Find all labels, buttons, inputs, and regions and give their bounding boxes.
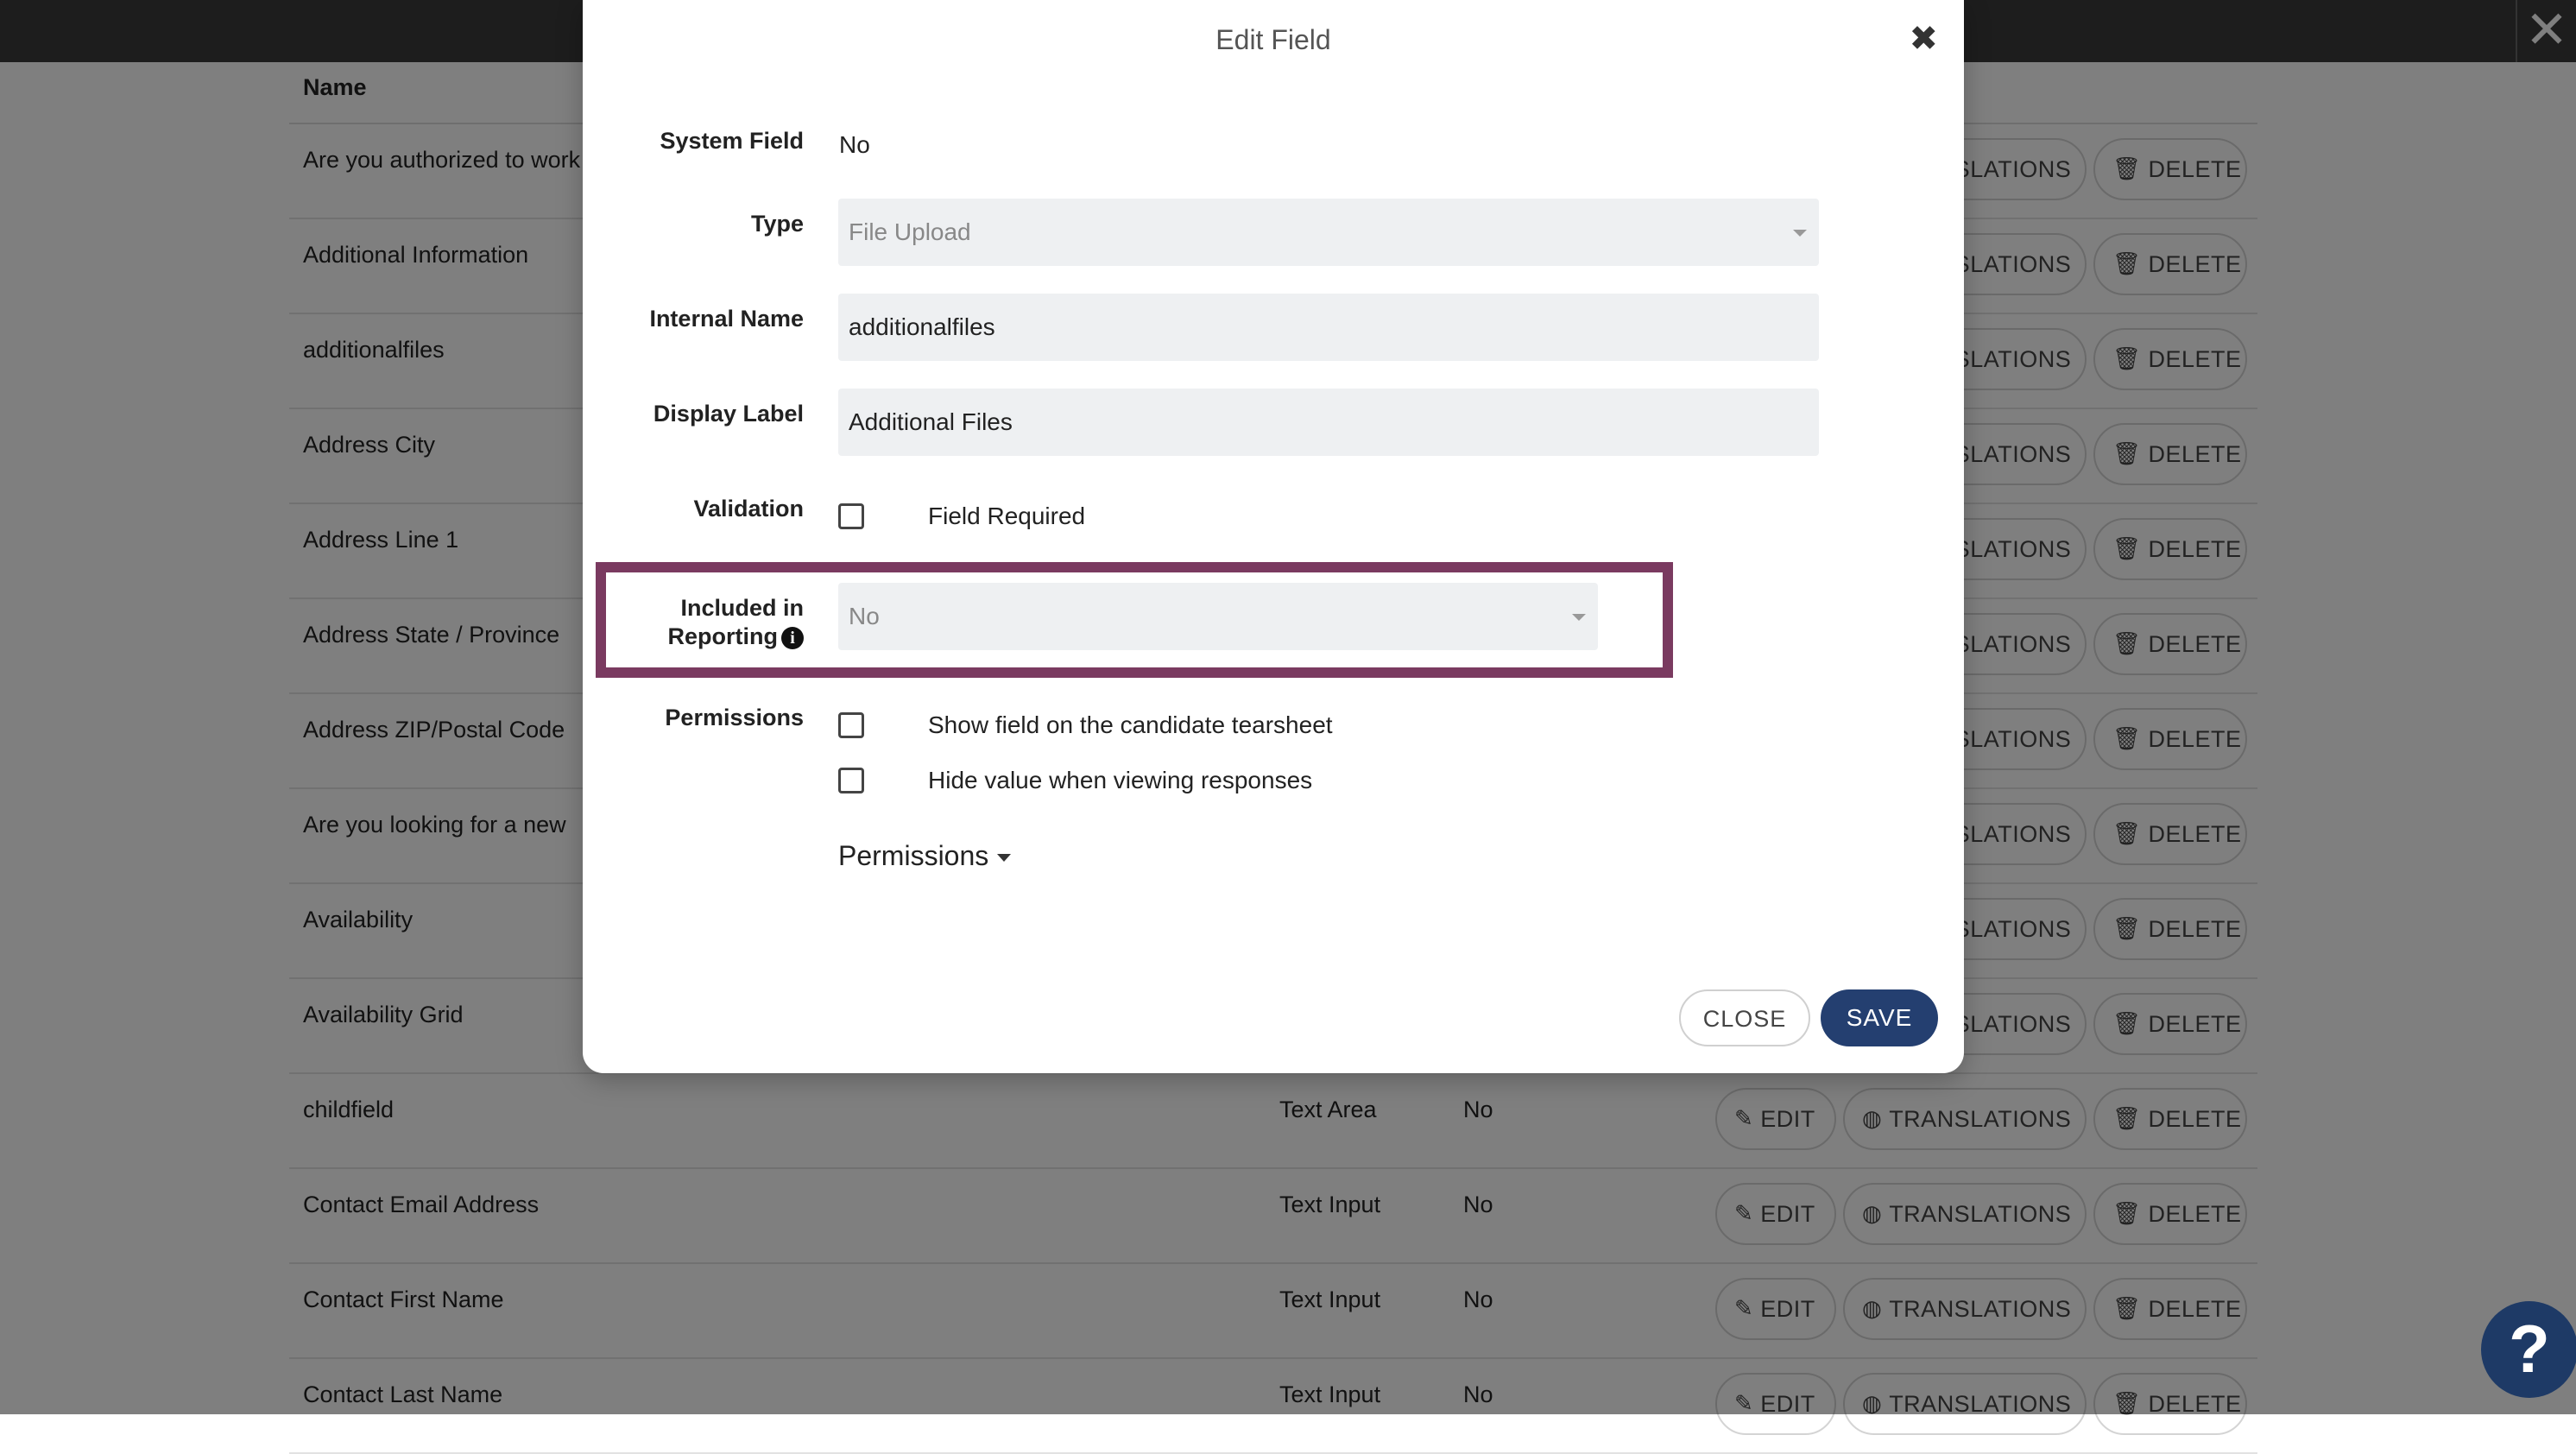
included-in-reporting-label: Included in Reporting i	[600, 594, 804, 651]
permissions-dropdown-label: Permissions	[838, 840, 989, 871]
type-label: Type	[750, 211, 804, 237]
internal-name-label: Internal Name	[649, 306, 804, 332]
close-button[interactable]: CLOSE	[1679, 989, 1810, 1046]
system-field-label: System Field	[660, 128, 804, 154]
validation-label: Validation	[693, 496, 804, 522]
help-button[interactable]: ?	[2481, 1301, 2576, 1398]
display-label-label: Display Label	[653, 401, 804, 427]
display-label-input[interactable]: Additional Files	[838, 389, 1819, 456]
system-field-value: No	[839, 131, 870, 158]
chevron-down-icon	[1793, 230, 1807, 237]
caret-down-icon	[997, 854, 1012, 863]
hide-value-checkbox[interactable]	[838, 768, 864, 793]
permissions-dropdown[interactable]: Permissions	[838, 840, 1012, 872]
type-select[interactable]: File Upload	[838, 199, 1819, 266]
internal-name-input[interactable]: additionalfiles	[838, 294, 1819, 361]
tearsheet-checkbox[interactable]	[838, 712, 864, 738]
chevron-down-icon	[1572, 614, 1586, 621]
field-required-checkbox[interactable]	[838, 503, 864, 529]
type-select-value: File Upload	[849, 218, 971, 245]
hide-value-label[interactable]: Hide value when viewing responses	[928, 767, 1312, 794]
permissions-label: Permissions	[665, 705, 804, 730]
reporting-label-line1: Included in	[680, 595, 804, 621]
reporting-select-value: No	[849, 603, 880, 629]
info-icon[interactable]: i	[781, 626, 804, 649]
field-required-label[interactable]: Field Required	[928, 503, 1085, 530]
save-button[interactable]: SAVE	[1821, 989, 1938, 1046]
close-icon[interactable]: ✖	[1909, 19, 1938, 59]
included-in-reporting-select[interactable]: No	[838, 583, 1598, 650]
edit-field-modal: Edit Field ✖ System Field No Type File U…	[583, 0, 1964, 1073]
modal-title: Edit Field	[1215, 24, 1331, 55]
tearsheet-label[interactable]: Show field on the candidate tearsheet	[928, 711, 1333, 739]
reporting-label-text: Reporting	[667, 623, 779, 649]
reporting-label-line2: Reporting i	[600, 623, 804, 651]
